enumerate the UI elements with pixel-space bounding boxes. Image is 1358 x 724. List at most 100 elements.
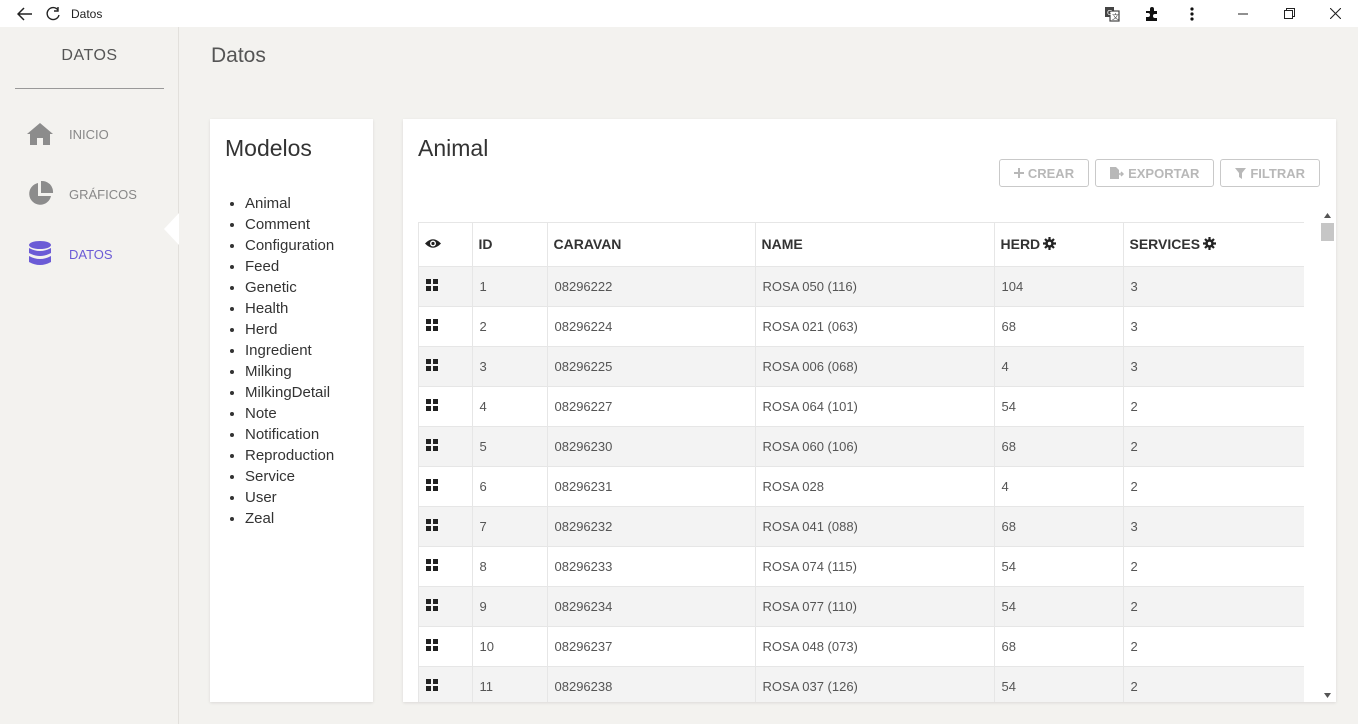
grid-icon[interactable] (426, 478, 438, 494)
close-window-button[interactable] (1312, 0, 1358, 27)
column-header-id[interactable]: ID (472, 223, 548, 267)
extensions-button[interactable] (1132, 0, 1172, 27)
table-row[interactable]: 5 08296230 ROSA 060 (106) 68 2 (419, 426, 1304, 467)
cell-herd: 54 (994, 586, 1124, 627)
grid-icon[interactable] (426, 678, 438, 694)
table-row[interactable]: 6 08296231 ROSA 028 4 2 (419, 466, 1304, 507)
sidebar-item-inicio[interactable]: INICIO (26, 114, 176, 154)
cell-services: 3 (1123, 306, 1304, 347)
gear-icon[interactable] (1043, 237, 1057, 251)
restore-button[interactable] (1266, 0, 1312, 27)
model-item[interactable]: Configuration (245, 235, 334, 256)
model-item[interactable]: Ingredient (245, 340, 334, 361)
translate-button[interactable]: G文 (1092, 0, 1132, 27)
more-menu-button[interactable] (1172, 0, 1212, 27)
grid-icon[interactable] (426, 278, 438, 294)
row-detail-cell[interactable] (419, 266, 473, 307)
model-item[interactable]: MilkingDetail (245, 382, 334, 403)
grid-icon[interactable] (426, 318, 438, 334)
filter-button[interactable]: FILTRAR (1220, 159, 1320, 187)
cell-caravan: 08296224 (547, 306, 756, 347)
model-item[interactable]: Health (245, 298, 334, 319)
table-row[interactable]: 4 08296227 ROSA 064 (101) 54 2 (419, 386, 1304, 427)
grid-icon[interactable] (426, 438, 438, 454)
grid-icon[interactable] (426, 518, 438, 534)
eye-icon (425, 239, 441, 248)
grid-icon[interactable] (426, 358, 438, 374)
grid-icon[interactable] (426, 638, 438, 654)
column-visibility-header[interactable] (419, 223, 473, 267)
row-detail-cell[interactable] (419, 586, 473, 627)
cell-caravan: 08296225 (547, 346, 756, 387)
cell-id: 2 (472, 306, 548, 347)
brand-title: DATOS (61, 47, 118, 64)
models-panel: Modelos Animal Comment Configuration Fee… (210, 119, 373, 702)
row-detail-cell[interactable] (419, 466, 473, 507)
row-detail-cell[interactable] (419, 666, 473, 702)
export-button[interactable]: EXPORTAR (1095, 159, 1215, 187)
row-detail-cell[interactable] (419, 546, 473, 587)
grid-icon[interactable] (426, 558, 438, 574)
cell-herd: 4 (994, 346, 1124, 387)
pie-chart-icon (26, 180, 54, 208)
table-row[interactable]: 3 08296225 ROSA 006 (068) 4 3 (419, 346, 1304, 387)
sidebar-item-graficos[interactable]: GRÁFICOS (26, 174, 176, 214)
reload-button[interactable] (39, 0, 67, 27)
scroll-up-arrow-icon[interactable] (1323, 211, 1331, 219)
column-header-services[interactable]: SERVICES (1123, 223, 1304, 267)
scrollbar-thumb[interactable] (1321, 223, 1334, 241)
grid-icon[interactable] (426, 598, 438, 614)
model-item[interactable]: Zeal (245, 508, 334, 529)
table-row[interactable]: 2 08296224 ROSA 021 (063) 68 3 (419, 306, 1304, 347)
table-row[interactable]: 10 08296237 ROSA 048 (073) 68 2 (419, 626, 1304, 667)
file-export-icon (1110, 167, 1125, 179)
column-header-name[interactable]: NAME (755, 223, 995, 267)
animal-table: ID CARAVAN NAME HERD SERVICES 1 08296222 R… (419, 223, 1304, 702)
table-row[interactable]: 11 08296238 ROSA 037 (126) 54 2 (419, 666, 1304, 702)
scroll-down-arrow-icon[interactable] (1323, 691, 1331, 699)
row-detail-cell[interactable] (419, 306, 473, 347)
model-item[interactable]: Service (245, 466, 334, 487)
model-item[interactable]: User (245, 487, 334, 508)
cell-services: 3 (1123, 506, 1304, 547)
cell-id: 8 (472, 546, 548, 587)
create-button[interactable]: CREAR (998, 159, 1090, 187)
cell-name: ROSA 041 (088) (755, 506, 995, 547)
row-detail-cell[interactable] (419, 626, 473, 667)
cell-id: 3 (472, 346, 548, 387)
cell-id: 4 (472, 386, 548, 427)
cell-name: ROSA 064 (101) (755, 386, 995, 427)
column-header-label: HERD (1000, 236, 1041, 253)
row-detail-cell[interactable] (419, 346, 473, 387)
model-item[interactable]: Notification (245, 424, 334, 445)
animal-title: Animal (418, 135, 489, 161)
model-item[interactable]: Reproduction (245, 445, 334, 466)
table-row[interactable]: 8 08296233 ROSA 074 (115) 54 2 (419, 546, 1304, 587)
gear-icon[interactable] (1203, 237, 1217, 251)
minimize-button[interactable] (1220, 0, 1266, 27)
table-row[interactable]: 9 08296234 ROSA 077 (110) 54 2 (419, 586, 1304, 627)
column-header-herd[interactable]: HERD (994, 223, 1124, 267)
back-button[interactable] (11, 0, 39, 27)
model-item[interactable]: Milking (245, 361, 334, 382)
table-row[interactable]: 1 08296222 ROSA 050 (116) 104 3 (419, 266, 1304, 307)
vertical-scrollbar[interactable] (1320, 208, 1334, 702)
svg-text:文: 文 (1112, 12, 1119, 21)
model-item[interactable]: Note (245, 403, 334, 424)
grid-icon[interactable] (426, 398, 438, 414)
row-detail-cell[interactable] (419, 426, 473, 467)
model-item[interactable]: Genetic (245, 277, 334, 298)
column-header-caravan[interactable]: CARAVAN (547, 223, 756, 267)
model-item[interactable]: Herd (245, 319, 334, 340)
model-item[interactable]: Feed (245, 256, 334, 277)
model-item[interactable]: Animal (245, 193, 334, 214)
row-detail-cell[interactable] (419, 506, 473, 547)
model-item[interactable]: Comment (245, 214, 334, 235)
row-detail-cell[interactable] (419, 386, 473, 427)
table-row[interactable]: 7 08296232 ROSA 041 (088) 68 3 (419, 506, 1304, 547)
cell-services: 2 (1123, 626, 1304, 667)
cell-services: 2 (1123, 586, 1304, 627)
sidebar-item-datos[interactable]: DATOS (26, 234, 176, 274)
more-vertical-icon (1190, 6, 1194, 21)
filter-label: FILTRAR (1250, 165, 1305, 181)
